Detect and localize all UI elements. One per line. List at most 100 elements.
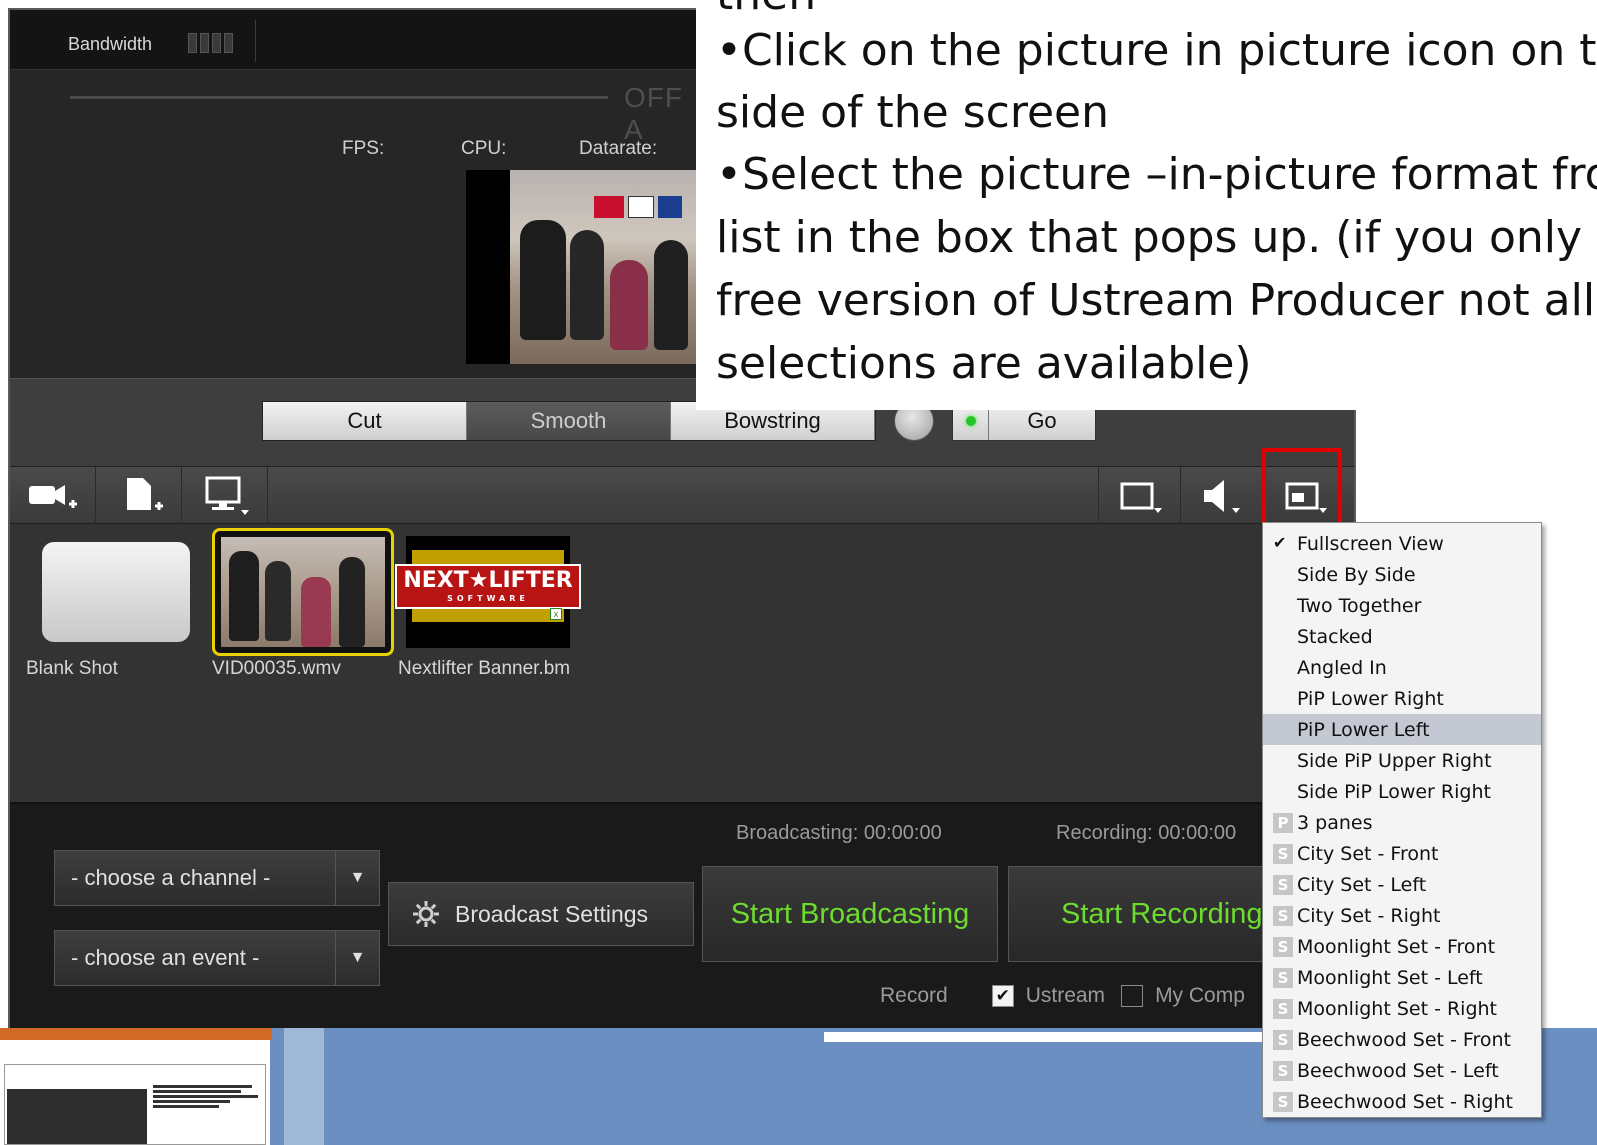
- preset-badge-icon: S: [1273, 844, 1293, 864]
- gear-icon: [413, 901, 439, 927]
- banner-thumbnail[interactable]: NEXT★LIFTER SOFTWARE x: [395, 536, 581, 648]
- excel-icon: x: [550, 608, 562, 620]
- pip-menu-item-label: Side By Side: [1297, 563, 1416, 586]
- slide-thumbnail[interactable]: [4, 1064, 266, 1145]
- pip-menu-item[interactable]: P3 panes: [1263, 807, 1541, 838]
- pip-menu-item-label: Side PiP Lower Right: [1297, 780, 1491, 803]
- status-line: [70, 96, 608, 99]
- broadcast-settings-button[interactable]: Broadcast Settings: [388, 882, 694, 946]
- pip-menu-item[interactable]: S City Set - Front: [1263, 838, 1541, 869]
- pip-format-menu: ✔ Fullscreen View Side By Side Two Together…: [1262, 522, 1542, 1118]
- fps-label: FPS:: [342, 138, 385, 159]
- toolbar: [10, 466, 1354, 525]
- pip-menu-item-label: Fullscreen View: [1297, 532, 1444, 555]
- pip-menu-item[interactable]: Angled In: [1263, 652, 1541, 683]
- media-shelf: NEXT★LIFTER SOFTWARE x Blank Shot VID000…: [10, 524, 1266, 804]
- chevron-down-icon: ▼: [335, 931, 379, 985]
- pip-menu-item-label: Moonlight Set - Right: [1297, 997, 1498, 1020]
- pip-menu-item[interactable]: Side By Side: [1263, 559, 1541, 590]
- pip-menu-item-label: Two Together: [1297, 594, 1422, 617]
- monitor-icon: [205, 476, 249, 515]
- nextlifter-logo: NEXT★LIFTER SOFTWARE: [395, 563, 581, 609]
- pip-menu-item[interactable]: PiP Lower Right: [1263, 683, 1541, 714]
- instruction-line: side of the screen: [716, 87, 1109, 138]
- preset-badge-icon: P: [1273, 813, 1293, 833]
- pip-menu-item-label: City Set - Front: [1297, 842, 1439, 865]
- channel-select[interactable]: - choose a channel - ▼: [54, 850, 380, 906]
- transition-smooth-button[interactable]: Smooth: [467, 402, 671, 440]
- add-screen-button[interactable]: [182, 467, 268, 525]
- ustream-checkbox[interactable]: ✔: [991, 985, 1014, 1007]
- pip-menu-item[interactable]: PiP Lower Left: [1263, 714, 1541, 745]
- audio-button[interactable]: [1180, 467, 1262, 525]
- pip-menu-item[interactable]: S Beechwood Set - Left: [1263, 1055, 1541, 1086]
- pip-menu-item[interactable]: Side PiP Upper Right: [1263, 745, 1541, 776]
- slide-thumbnail-screenshot: [7, 1089, 147, 1144]
- transition-cut-button[interactable]: Cut: [263, 402, 467, 440]
- pip-menu-item[interactable]: S Moonlight Set - Right: [1263, 993, 1541, 1024]
- video-frame: [221, 537, 385, 647]
- pip-menu-item[interactable]: S Moonlight Set - Front: [1263, 931, 1541, 962]
- pip-menu-item[interactable]: S Beechwood Set - Front: [1263, 1024, 1541, 1055]
- pip-menu-item[interactable]: S City Set - Right: [1263, 900, 1541, 931]
- off-air-label: OFF A: [624, 82, 683, 145]
- chevron-down-icon: ▼: [335, 851, 379, 905]
- preset-badge-icon: S: [1273, 999, 1293, 1019]
- datarate-label: Datarate:: [579, 138, 658, 159]
- broadcasting-timer: Broadcasting: 00:00:00: [736, 822, 942, 844]
- file-add-icon: [126, 478, 163, 510]
- pip-menu-item[interactable]: Stacked: [1263, 621, 1541, 652]
- pip-menu-item[interactable]: Side PiP Lower Right: [1263, 776, 1541, 807]
- pip-menu-item-label: PiP Lower Left: [1297, 718, 1430, 741]
- pip-menu-item[interactable]: Two Together: [1263, 590, 1541, 621]
- pip-menu-item-label: Angled In: [1297, 656, 1387, 679]
- my-computer-checkbox[interactable]: [1121, 985, 1144, 1007]
- camera-add-icon: [28, 485, 77, 508]
- broadcast-panel: Broadcasting: 00:00:00 Recording: 00:00:…: [10, 802, 1354, 1030]
- pip-menu-item-label: 3 panes: [1297, 811, 1373, 834]
- pip-highlight-box: [1262, 448, 1342, 532]
- bandwidth-meter: [188, 33, 233, 53]
- layout-button[interactable]: [1098, 467, 1180, 525]
- pip-menu-item-label: City Set - Right: [1297, 904, 1441, 927]
- pip-menu-item[interactable]: S Beechwood Set - Right: [1263, 1086, 1541, 1117]
- slide-thumbnail-text: [153, 1083, 263, 1110]
- pip-menu-item-label: Beechwood Set - Left: [1297, 1059, 1499, 1082]
- start-broadcasting-button[interactable]: Start Broadcasting: [702, 866, 998, 962]
- preset-badge-icon: S: [1273, 1061, 1293, 1081]
- slide-accent-bar: [0, 1028, 272, 1040]
- pip-menu-item-label: Beechwood Set - Front: [1297, 1028, 1511, 1051]
- blank-shot-thumbnail[interactable]: [42, 542, 190, 642]
- preset-badge-icon: S: [1273, 1030, 1293, 1050]
- banner-image: NEXT★LIFTER SOFTWARE x: [395, 550, 581, 622]
- media-label-banner: Nextlifter Banner.bm: [398, 658, 571, 679]
- pip-menu-item-label: Moonlight Set - Left: [1297, 966, 1483, 989]
- stage: Bandwidth OFF A FPS: CPU: Datarate: Cut …: [0, 0, 1597, 1145]
- speaker-icon: [1203, 480, 1240, 513]
- event-select[interactable]: - choose an event - ▼: [54, 930, 380, 986]
- bandwidth-bar: Bandwidth: [10, 10, 700, 70]
- start-recording-button[interactable]: Start Recording: [1008, 866, 1266, 962]
- instruction-line: selections are available): [716, 338, 1252, 389]
- instruction-line: list in the box that pops up. (if you on…: [716, 212, 1583, 263]
- instruction-line: •Select the picture –in-picture format f…: [716, 149, 1597, 200]
- slide-side-panel: [284, 1028, 324, 1145]
- instruction-line: •Click on the picture in picture icon on…: [716, 25, 1597, 76]
- media-label-blank: Blank Shot: [26, 658, 118, 679]
- pip-menu-item[interactable]: S City Set - Left: [1263, 869, 1541, 900]
- slide-instructions: then •Click on the picture in picture ic…: [696, 0, 1597, 410]
- add-file-button[interactable]: [96, 467, 182, 525]
- pip-menu-item-label: Side PiP Upper Right: [1297, 749, 1492, 772]
- stats-monitor: OFF A FPS: CPU: Datarate:: [10, 70, 700, 380]
- bandwidth-label: Bandwidth: [68, 34, 153, 54]
- record-options: Record ✔ Ustream My Comp: [880, 984, 1245, 1008]
- divider: [255, 20, 256, 62]
- live-preview: [466, 170, 700, 364]
- video-thumbnail[interactable]: [212, 528, 394, 656]
- pip-menu-item[interactable]: S Moonlight Set - Left: [1263, 962, 1541, 993]
- my-computer-label: My Comp: [1155, 984, 1245, 1007]
- pip-menu-item[interactable]: ✔ Fullscreen View: [1263, 528, 1541, 559]
- record-label: Record: [880, 984, 948, 1007]
- add-camera-button[interactable]: [10, 467, 96, 525]
- pip-menu-item-label: PiP Lower Right: [1297, 687, 1444, 710]
